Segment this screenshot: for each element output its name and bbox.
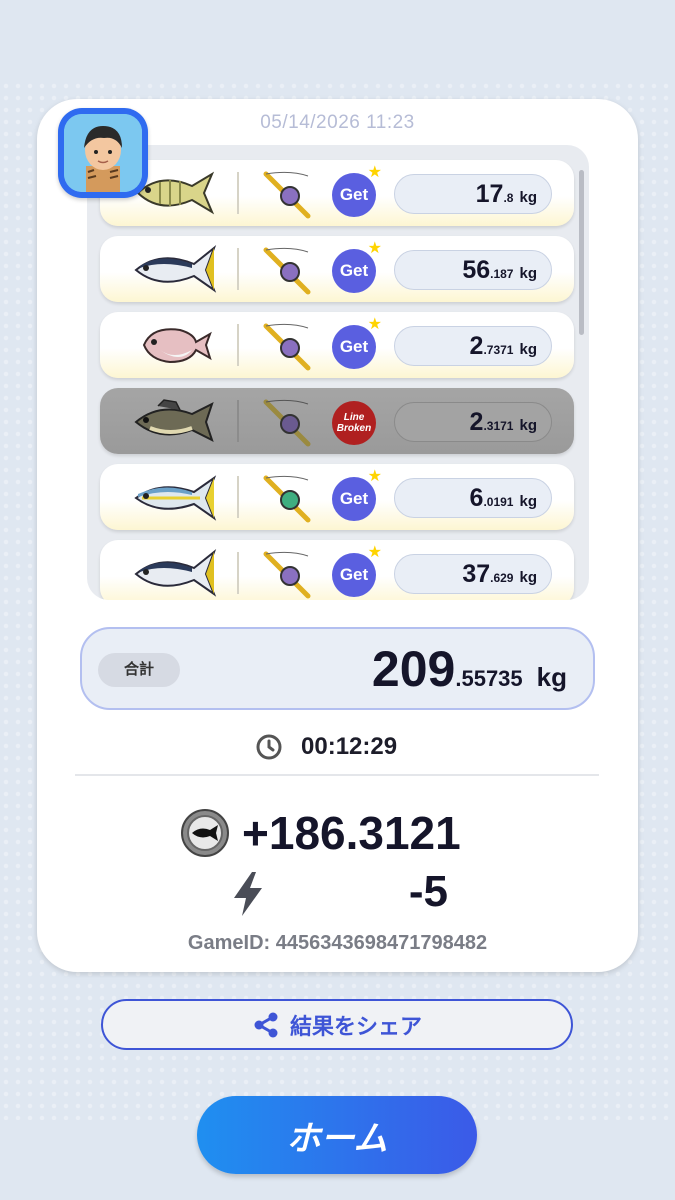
catch-row[interactable]: Get ★ 37.629 kg [100, 540, 574, 600]
get-badge: Get ★ [332, 241, 382, 293]
row-divider [237, 476, 239, 518]
get-badge: Get ★ [332, 469, 382, 521]
elapsed-timer: 00:12:29 [255, 731, 397, 763]
section-divider [75, 774, 599, 776]
elapsed-time: 00:12:29 [301, 733, 398, 760]
catch-weight: 56.187 kg [394, 250, 552, 290]
row-divider [237, 400, 239, 442]
lightning-icon [234, 872, 262, 916]
catch-weight: 6.0191 kg [394, 478, 552, 518]
catch-row[interactable]: Get ★ 6.0191 kg [100, 464, 574, 530]
get-badge: Get ★ [332, 545, 382, 597]
share-result-button[interactable]: 結果をシェア [101, 999, 573, 1050]
game-id: GameID: 4456343698471798482 [187, 932, 488, 954]
row-divider [237, 324, 239, 366]
row-divider [237, 552, 239, 594]
sparkle-icon: ★ [367, 468, 382, 485]
catch-weight: 2.3171 kg [394, 402, 552, 442]
share-button-label: 結果をシェア [289, 1013, 422, 1039]
fishing-rod-icon [263, 323, 311, 371]
total-label: 合計 [98, 653, 180, 687]
sparkle-icon: ★ [367, 240, 382, 257]
catch-weight: 2.7371 kg [394, 326, 552, 366]
share-icon [254, 1012, 278, 1037]
fishing-rod-icon [263, 171, 311, 219]
fishing-rod-icon [263, 551, 311, 599]
fish-tuna-icon [134, 548, 217, 597]
home-button[interactable]: ホーム [197, 1096, 477, 1174]
get-badge: Get ★ [332, 317, 382, 369]
total-weight-panel: 合計 209.55735 kg [80, 627, 595, 710]
sparkle-icon: ★ [367, 544, 382, 561]
catch-row[interactable]: Get ★ 2.7371 kg [100, 312, 574, 378]
fishing-rod-icon [263, 399, 311, 447]
get-badge: Get ★ [332, 165, 382, 217]
total-weight-value: 209.55735 kg [371, 641, 567, 697]
home-button-label: ホーム [286, 1119, 388, 1158]
clock-icon [256, 734, 282, 760]
fish-yellowtail-icon [134, 475, 217, 521]
catch-weight: 17.8 kg [394, 174, 552, 214]
player-avatar[interactable] [58, 108, 148, 198]
catch-weight: 37.629 kg [394, 554, 552, 594]
fish-bass-icon [134, 399, 214, 442]
coin-reward: +186.3121 [180, 806, 461, 860]
row-divider [237, 172, 239, 214]
row-divider [237, 248, 239, 290]
energy-cost: -5 [228, 866, 458, 922]
line-broken-badge: Line Broken [332, 401, 376, 445]
fishing-rod-icon [263, 475, 311, 523]
fish-tuna-icon [134, 244, 217, 293]
catch-row-broken[interactable]: Line Broken 2.3171 kg [100, 388, 574, 454]
fish-pink-bream-icon [142, 328, 212, 364]
catch-list[interactable]: Get ★ 17.8 kg Get ★ 56.187 kg Get ★ 2.73… [87, 145, 589, 600]
catch-row[interactable]: Get ★ 56.187 kg [100, 236, 574, 302]
sparkle-icon: ★ [367, 164, 382, 181]
coin-delta: +186.3121 [242, 807, 461, 859]
catch-row[interactable]: Get ★ 17.8 kg [100, 160, 574, 226]
coin-icon [181, 809, 229, 857]
fishing-rod-icon [263, 247, 311, 295]
list-scrollbar[interactable] [579, 170, 584, 335]
sparkle-icon: ★ [367, 316, 382, 333]
energy-delta: -5 [408, 867, 448, 916]
